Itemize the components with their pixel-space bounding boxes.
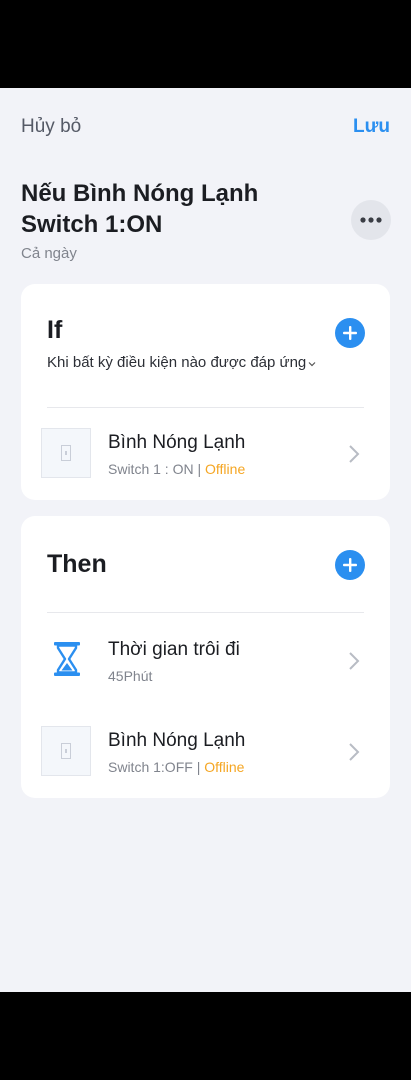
condition-mode-dropdown[interactable]: Khi bất kỳ điều kiện nào được đáp ứng — [47, 354, 316, 371]
delay-duration: 45Phút — [108, 668, 153, 684]
condition-row[interactable]: Bình Nóng Lạnh Switch 1 : ON | Offline — [21, 424, 390, 484]
action-device-state: Switch 1:OFF | Offline — [108, 759, 244, 775]
cancel-button[interactable]: Hủy bỏ — [21, 116, 81, 138]
if-heading: If — [47, 316, 63, 344]
add-action-button[interactable] — [335, 550, 365, 580]
state-separator: | — [196, 759, 201, 775]
then-heading: Then — [47, 550, 107, 578]
device-state-text: Switch 1 : ON — [108, 461, 194, 477]
device-thumbnail — [41, 726, 91, 776]
more-options-button[interactable] — [351, 200, 391, 240]
if-divider — [47, 407, 364, 408]
chevron-right-icon — [349, 743, 360, 761]
scene-schedule[interactable]: Cả ngày — [21, 245, 77, 262]
state-separator: | — [197, 461, 202, 477]
device-state-text: Switch 1:OFF — [108, 759, 193, 775]
action-row-device[interactable]: Bình Nóng Lạnh Switch 1:OFF | Offline — [21, 722, 390, 782]
action-row-delay[interactable]: Thời gian trôi đi 45Phút — [21, 629, 390, 689]
chevron-down-icon — [308, 354, 316, 371]
status-bar-area — [0, 0, 411, 88]
then-divider — [47, 612, 364, 613]
condition-device-name: Bình Nóng Lạnh — [108, 432, 246, 453]
device-thumbnail — [41, 428, 91, 478]
offline-status: Offline — [204, 759, 245, 775]
condition-device-state: Switch 1 : ON | Offline — [108, 461, 245, 477]
action-device-name: Bình Nóng Lạnh — [108, 730, 246, 751]
if-card: If Khi bất kỳ điều kiện nào được đáp ứng… — [21, 284, 390, 500]
delay-title: Thời gian trôi đi — [108, 639, 240, 660]
switch-device-icon — [61, 445, 71, 461]
switch-device-icon — [61, 743, 71, 759]
save-button[interactable]: Lưu — [353, 116, 390, 138]
add-condition-button[interactable] — [335, 318, 365, 348]
scene-title[interactable]: Nếu Bình Nóng Lạnh Switch 1:ON — [21, 178, 321, 240]
more-dots-icon — [360, 217, 382, 223]
plus-icon — [343, 558, 357, 572]
then-card: Then Thời gian trôi đi 45Phút Bình Nóng … — [21, 516, 390, 798]
offline-status: Offline — [205, 461, 246, 477]
chevron-right-icon — [349, 445, 360, 463]
plus-icon — [343, 326, 357, 340]
chevron-right-icon — [349, 652, 360, 670]
hourglass-icon — [49, 639, 85, 679]
scene-editor-screen: Hủy bỏ Lưu Nếu Bình Nóng Lạnh Switch 1:O… — [0, 88, 411, 992]
condition-mode-label: Khi bất kỳ điều kiện nào được đáp ứng — [47, 354, 307, 371]
navigation-bar-area — [0, 992, 411, 1080]
